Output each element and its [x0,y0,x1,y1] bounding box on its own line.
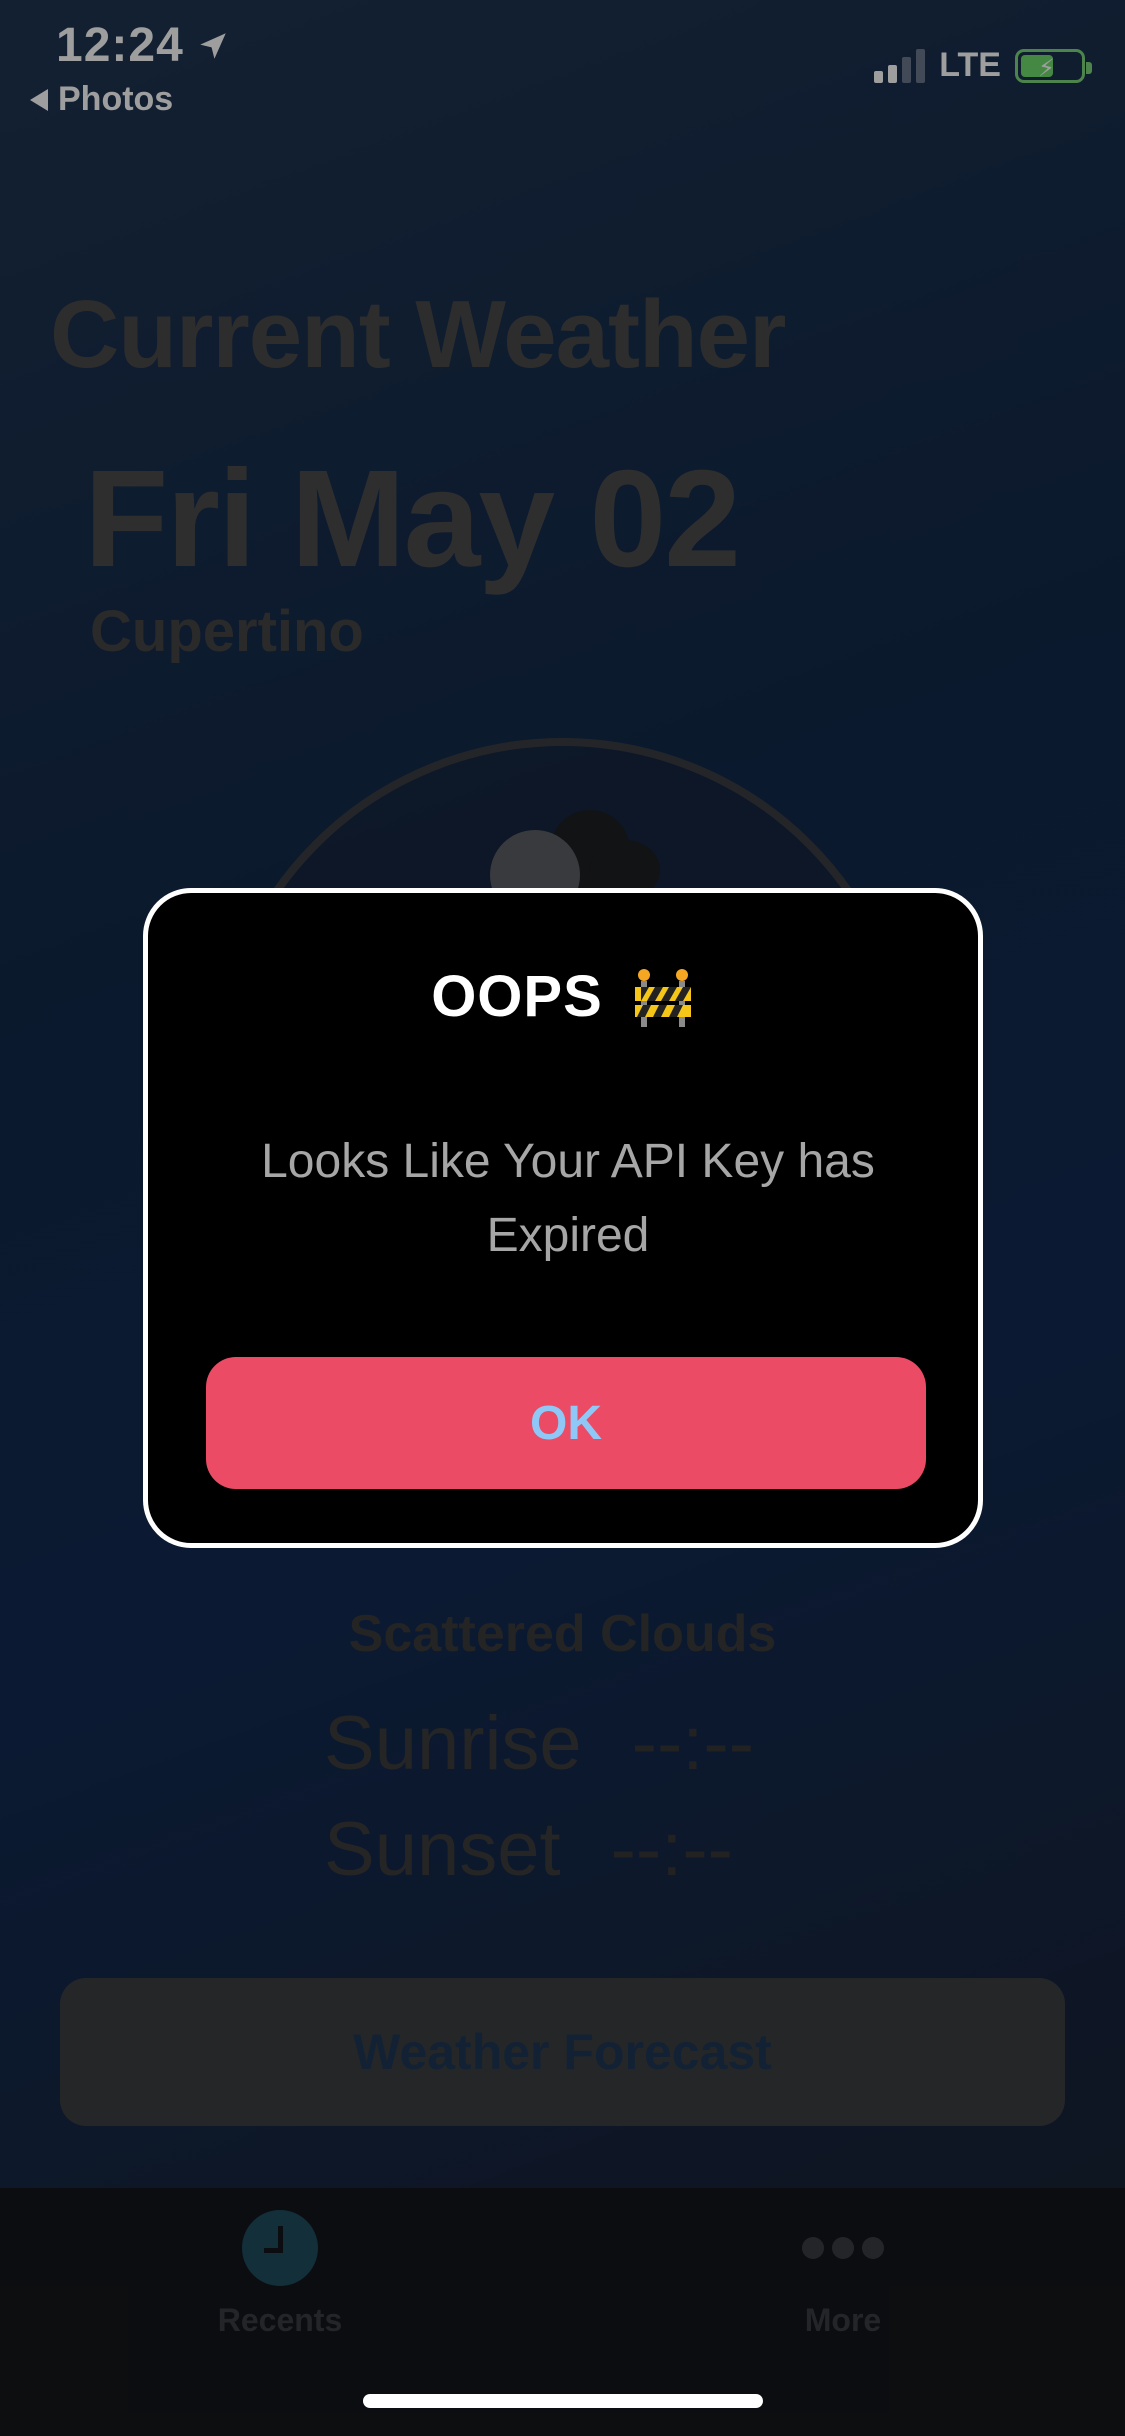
error-alert-dialog: OOPS Looks Like Your API Key has Expired… [143,888,983,1548]
home-indicator[interactable] [363,2394,763,2408]
alert-title: OOPS [148,963,978,1030]
construction-barrier-icon [634,968,691,1027]
alert-message: Looks Like Your API Key has Expired [261,1135,875,1262]
alert-title-text: OOPS [431,964,603,1029]
ok-button[interactable]: OK [206,1357,926,1489]
